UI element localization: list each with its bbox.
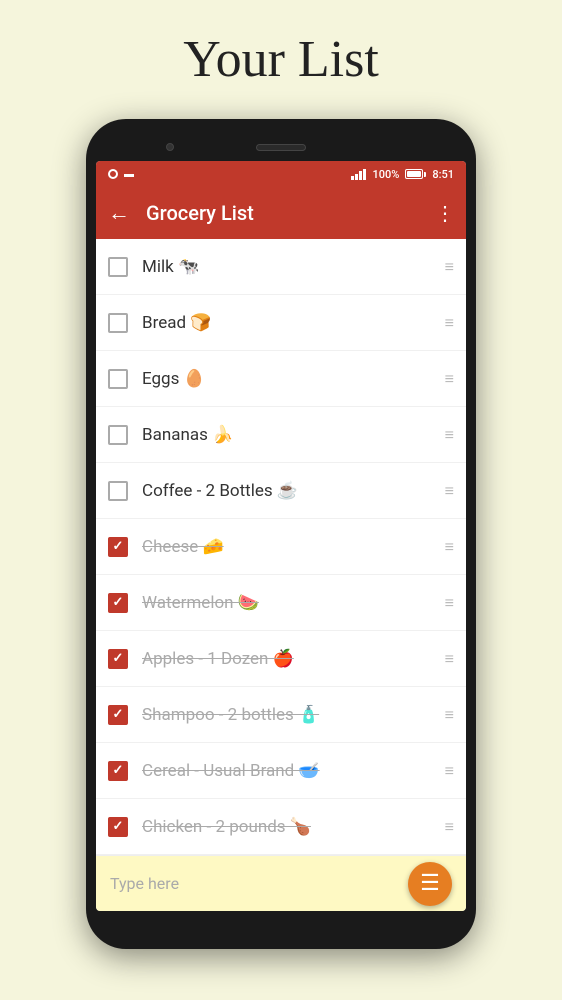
type-here-input[interactable]: Type here	[110, 874, 408, 893]
list-item: Bananas 🍌 ≡	[96, 407, 466, 463]
list-item-checkbox[interactable]: ✓	[108, 537, 128, 557]
list-item-text: Eggs 🥚	[142, 369, 437, 389]
list-item-checkbox[interactable]	[108, 313, 128, 333]
status-time: 8:51	[432, 168, 454, 181]
drag-handle-icon[interactable]: ≡	[445, 593, 454, 613]
add-icon: ☰	[420, 873, 440, 895]
phone-speaker	[256, 144, 306, 151]
drag-handle-icon[interactable]: ≡	[445, 313, 454, 333]
battery-percent: 100%	[372, 168, 399, 181]
drag-handle-icon[interactable]: ≡	[445, 761, 454, 781]
drag-handle-icon[interactable]: ≡	[445, 257, 454, 277]
drag-handle-icon[interactable]: ≡	[445, 425, 454, 445]
status-circle-icon	[108, 169, 118, 179]
drag-handle-icon[interactable]: ≡	[445, 649, 454, 669]
checkmark-icon: ✓	[113, 651, 124, 666]
list-item: Bread 🍞 ≡	[96, 295, 466, 351]
list-item: Eggs 🥚 ≡	[96, 351, 466, 407]
list-item: ✓ Watermelon 🍉 ≡	[96, 575, 466, 631]
list-item: ✓ Chicken - 2 pounds 🍗 ≡	[96, 799, 466, 855]
checkmark-icon: ✓	[113, 707, 124, 722]
list-item: Milk 🐄 ≡	[96, 239, 466, 295]
status-left: ▬	[108, 169, 134, 180]
list-item-checkbox[interactable]	[108, 369, 128, 389]
status-bar: ▬ 100% 8:51	[96, 161, 466, 187]
list-item: ✓ Apples - 1 Dozen 🍎 ≡	[96, 631, 466, 687]
list-item-checkbox[interactable]	[108, 481, 128, 501]
list-item: ✓ Shampoo - 2 bottles 🧴 ≡	[96, 687, 466, 743]
grocery-list: Milk 🐄≡Bread 🍞≡Eggs 🥚≡Bananas 🍌≡Coffee -…	[96, 239, 466, 855]
battery-icon	[405, 169, 426, 179]
signal-icon	[351, 168, 366, 180]
input-bar: Type here ☰	[96, 855, 466, 911]
back-button[interactable]: ←	[108, 200, 130, 226]
list-item-text: Watermelon 🍉	[142, 593, 437, 613]
list-item-text: Bread 🍞	[142, 313, 437, 333]
checkmark-icon: ✓	[113, 539, 124, 554]
list-item-text: Apples - 1 Dozen 🍎	[142, 649, 437, 669]
phone-frame: ▬ 100% 8:51 ←	[86, 119, 476, 949]
toolbar: ← Grocery List ⋮	[96, 187, 466, 239]
drag-handle-icon[interactable]: ≡	[445, 369, 454, 389]
list-item: ✓ Cereal - Usual Brand 🥣 ≡	[96, 743, 466, 799]
phone-top-bar	[96, 133, 466, 161]
phone-bottom	[96, 911, 466, 929]
list-item-checkbox[interactable]: ✓	[108, 649, 128, 669]
page-title: Your List	[183, 30, 379, 89]
list-item-text: Coffee - 2 Bottles ☕	[142, 481, 437, 501]
add-item-button[interactable]: ☰	[408, 862, 452, 906]
checkmark-icon: ✓	[113, 763, 124, 778]
list-item-checkbox[interactable]	[108, 425, 128, 445]
phone-screen: ▬ 100% 8:51 ←	[96, 161, 466, 911]
list-item-checkbox[interactable]: ✓	[108, 761, 128, 781]
list-item-checkbox[interactable]: ✓	[108, 593, 128, 613]
drag-handle-icon[interactable]: ≡	[445, 481, 454, 501]
drag-handle-icon[interactable]: ≡	[445, 537, 454, 557]
list-item: ✓ Cheese 🧀 ≡	[96, 519, 466, 575]
status-right: 100% 8:51	[351, 168, 454, 181]
list-item-text: Milk 🐄	[142, 257, 437, 277]
list-item-text: Cereal - Usual Brand 🥣	[142, 761, 437, 781]
toolbar-title: Grocery List	[146, 201, 419, 225]
list-item-text: Cheese 🧀	[142, 537, 437, 557]
list-item-text: Bananas 🍌	[142, 425, 437, 445]
checkmark-icon: ✓	[113, 819, 124, 834]
drag-handle-icon[interactable]: ≡	[445, 705, 454, 725]
checkmark-icon: ✓	[113, 595, 124, 610]
list-item-text: Chicken - 2 pounds 🍗	[142, 817, 437, 837]
list-item-checkbox[interactable]: ✓	[108, 705, 128, 725]
list-item-text: Shampoo - 2 bottles 🧴	[142, 705, 437, 725]
sim-icon: ▬	[124, 169, 134, 180]
more-menu-button[interactable]: ⋮	[435, 201, 454, 225]
drag-handle-icon[interactable]: ≡	[445, 817, 454, 837]
phone-camera	[166, 143, 174, 151]
list-item-checkbox[interactable]	[108, 257, 128, 277]
list-item-checkbox[interactable]: ✓	[108, 817, 128, 837]
list-item: Coffee - 2 Bottles ☕ ≡	[96, 463, 466, 519]
